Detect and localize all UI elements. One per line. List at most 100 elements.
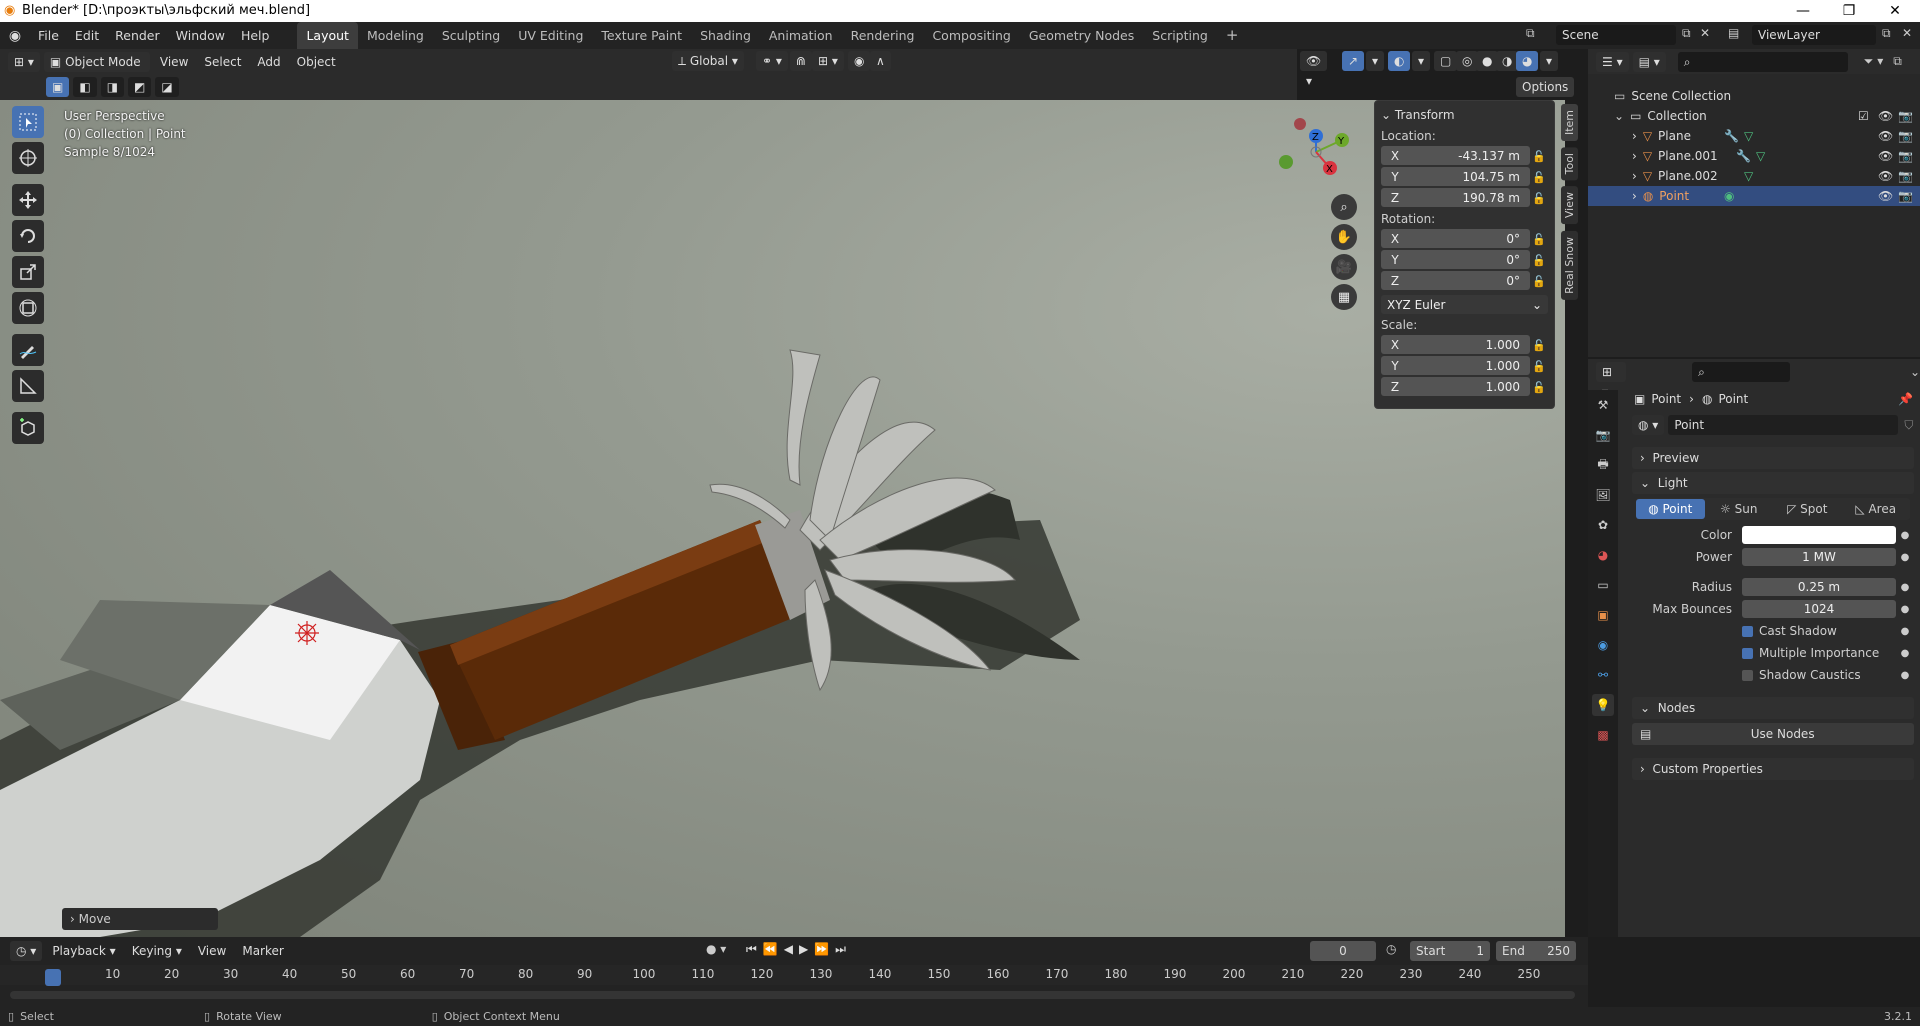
keyframe-dot-icon[interactable]: ●	[1896, 604, 1914, 615]
transform-icon[interactable]	[12, 292, 44, 324]
scene-selector[interactable]: Scene	[1556, 25, 1676, 45]
mode-selector[interactable]: ▣ Object Mode ▾	[43, 51, 150, 89]
scale-icon[interactable]	[12, 256, 44, 288]
filter-icon[interactable]: ⏷ ▾	[1864, 54, 1883, 69]
playback-controls[interactable]: ⏮⏪◀▶⏩⏭	[746, 942, 852, 957]
tab-item[interactable]: Item	[1561, 104, 1578, 142]
max-bounces-field[interactable]: 1024	[1742, 600, 1896, 618]
select-mode-subtract-icon[interactable]: ◨	[100, 77, 125, 97]
lock-icon[interactable]: 🔓	[1530, 357, 1548, 376]
tab-animation[interactable]: Animation	[760, 22, 842, 49]
pin-icon[interactable]: 📌	[1898, 392, 1913, 406]
keyframe-dot-icon[interactable]: ●	[1896, 670, 1914, 681]
menu-add[interactable]: Add	[251, 52, 286, 72]
menu-edit[interactable]: Edit	[67, 22, 107, 49]
camera-view-icon[interactable]: 🎥	[1331, 254, 1357, 280]
menu-render[interactable]: Render	[107, 22, 168, 49]
minimize-icon[interactable]: —	[1780, 0, 1826, 22]
camera-icon[interactable]: 📷	[1898, 129, 1913, 143]
eye-icon[interactable]: 👁	[1878, 129, 1893, 143]
render-tab-icon[interactable]: 📷	[1592, 424, 1614, 446]
measure-icon[interactable]	[12, 370, 44, 402]
menu-timeline-view[interactable]: View	[192, 941, 232, 961]
light-type-point[interactable]: ◍ Point	[1636, 499, 1705, 519]
overlay-menu-icon[interactable]: ▾	[1412, 51, 1431, 71]
options-dropdown[interactable]: Options ▾	[1516, 77, 1575, 114]
tab-modeling[interactable]: Modeling	[358, 22, 433, 49]
xray-icon[interactable]: ▢	[1434, 51, 1458, 71]
tab-tool[interactable]: Tool	[1561, 147, 1578, 181]
location-y-field[interactable]: Y 104.75 m	[1381, 167, 1530, 186]
eye-icon[interactable]: 👁	[1878, 109, 1893, 123]
outliner-row-plane-002[interactable]: › ▽ Plane.002 ▽ 👁 📷	[1588, 166, 1920, 186]
keyframe-dot-icon[interactable]: ●	[1896, 626, 1914, 637]
move-icon[interactable]	[12, 184, 44, 216]
menu-view[interactable]: View	[154, 52, 194, 72]
checkbox-icon[interactable]: ☑	[1858, 109, 1869, 123]
camera-icon[interactable]: 📷	[1898, 169, 1913, 183]
tab-layout[interactable]: Layout	[297, 22, 358, 49]
use-nodes-button[interactable]: ▤ Use Nodes	[1632, 723, 1914, 745]
outliner-row-plane-001[interactable]: › ▽ Plane.001 🔧 ▽ 👁 📷	[1588, 146, 1920, 166]
visibility-icon[interactable]: 👁 ▾	[1300, 51, 1328, 88]
constraints-tab-icon[interactable]: ⚯	[1592, 664, 1614, 686]
lock-icon[interactable]: 🔓	[1530, 378, 1548, 397]
gizmo-toggle-icon[interactable]: ↗	[1342, 51, 1365, 71]
add-cube-icon[interactable]	[12, 412, 44, 444]
transform-header[interactable]: ⌄ Transform	[1381, 105, 1548, 125]
select-mode-intersect-icon[interactable]: ◪	[155, 77, 179, 97]
ortho-grid-icon[interactable]: ▦	[1331, 284, 1357, 310]
light-data-tab-icon[interactable]: 💡	[1592, 694, 1614, 716]
location-z-field[interactable]: Z 190.78 m	[1381, 188, 1530, 207]
menu-marker[interactable]: Marker	[236, 941, 289, 961]
lock-icon[interactable]: 🔓	[1530, 336, 1548, 355]
scene-copy-icon[interactable]: ⧉	[1682, 26, 1691, 41]
rotation-z-field[interactable]: Z 0°	[1381, 271, 1530, 290]
orientation-selector[interactable]: ⟂ Global ▾	[672, 51, 744, 71]
falloff-icon[interactable]: ∧	[870, 51, 891, 71]
editor-type-icon[interactable]: ⊞ ▾	[8, 51, 40, 72]
chevron-down-icon[interactable]: ⌄	[1910, 365, 1920, 379]
scene-icon[interactable]: ⧉	[1526, 26, 1535, 41]
tab-sculpting[interactable]: Sculpting	[433, 22, 509, 49]
world-tab-icon[interactable]: ◕	[1592, 544, 1614, 566]
menu-window[interactable]: Window	[168, 22, 233, 49]
outliner-search-input[interactable]: ⌕	[1677, 51, 1848, 72]
cursor-icon[interactable]	[12, 142, 44, 174]
properties-search-input[interactable]: ⌕	[1692, 361, 1790, 382]
tab-uv-editing[interactable]: UV Editing	[509, 22, 592, 49]
outliner-row-plane[interactable]: › ▽ Plane 🔧 ▽ 👁 📷	[1588, 126, 1920, 146]
tab-texture-paint[interactable]: Texture Paint	[592, 22, 691, 49]
expand-icon[interactable]: ›	[1632, 169, 1637, 183]
shading-menu-icon[interactable]: ▾	[1540, 51, 1559, 71]
rotation-y-field[interactable]: Y 0°	[1381, 250, 1530, 269]
object-tab-icon[interactable]: ▣	[1592, 604, 1614, 626]
rotation-mode-dropdown[interactable]: XYZ Euler ⌄	[1381, 295, 1548, 314]
tab-shading[interactable]: Shading	[691, 22, 760, 49]
menu-object[interactable]: Object	[291, 52, 342, 72]
lock-icon[interactable]: 🔓	[1530, 189, 1548, 208]
annotate-icon[interactable]	[12, 334, 44, 366]
properties-editor-type-icon[interactable]: ⊞ ▾	[1596, 361, 1627, 399]
keyframe-dot-icon[interactable]: ●	[1896, 648, 1914, 659]
navigation-gizmo[interactable]: Z Y X	[1270, 112, 1350, 192]
texture-tab-icon[interactable]: ▩	[1592, 724, 1614, 746]
radius-field[interactable]: 0.25 m	[1742, 578, 1896, 596]
outliner-collection[interactable]: ⌄ ▭ Collection ☑ 👁 📷	[1588, 106, 1920, 126]
new-collection-icon[interactable]: ⧉	[1893, 54, 1902, 69]
cast-shadow-row[interactable]: Cast Shadow ●	[1632, 620, 1914, 642]
outliner-row-point[interactable]: › ◍ Point ◉ 👁 📷	[1588, 186, 1920, 206]
outliner-editor-type-icon[interactable]: ☰ ▾	[1596, 51, 1629, 72]
keyframe-dot-icon[interactable]: ●	[1896, 552, 1914, 563]
collapse-icon[interactable]: ⌄	[1614, 109, 1624, 123]
tab-real-snow[interactable]: Real Snow	[1561, 230, 1578, 300]
tool-tab-icon[interactable]: ⚒	[1592, 394, 1614, 416]
camera-icon[interactable]: 📷	[1898, 189, 1913, 203]
start-frame-field[interactable]: Start 1	[1410, 941, 1490, 961]
section-preview[interactable]: › Preview	[1632, 447, 1914, 469]
lock-icon[interactable]: 🔓	[1530, 230, 1548, 249]
menu-help[interactable]: Help	[233, 22, 278, 49]
eye-icon[interactable]: 👁	[1878, 149, 1893, 163]
close-icon[interactable]: ✕	[1872, 0, 1918, 22]
select-mode-new-icon[interactable]: ▣	[46, 77, 70, 97]
